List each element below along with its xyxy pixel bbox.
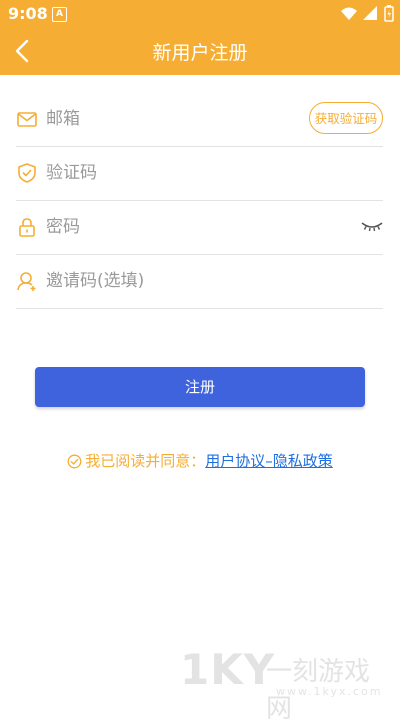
password-input[interactable] — [46, 212, 306, 242]
watermark: 1KY 一刻游戏网 www.1kyx.com — [180, 645, 394, 724]
status-time: 9:08 — [8, 4, 48, 23]
agreement-link[interactable]: 用户协议–隐私政策 — [205, 452, 333, 470]
user-add-icon — [17, 272, 36, 291]
eye-closed-icon[interactable] — [361, 218, 383, 234]
invite-row — [16, 254, 383, 309]
mail-icon — [17, 112, 37, 127]
check-circle-icon[interactable] — [67, 454, 82, 469]
watermark-logo: 1KY — [180, 645, 276, 694]
register-button[interactable]: 注册 — [35, 367, 365, 407]
app-header: 新用户注册 — [0, 28, 400, 75]
code-row — [16, 146, 383, 201]
wifi-icon — [341, 7, 357, 20]
email-row: 获取验证码 — [16, 92, 383, 147]
password-row — [16, 200, 383, 255]
top-bar: 9:08 A 新用户注册 — [0, 0, 400, 75]
watermark-url: www.1kyx.com — [276, 685, 383, 698]
email-input[interactable] — [46, 104, 306, 134]
battery-icon — [384, 5, 394, 22]
agreement-text: 我已阅读并同意： — [85, 452, 206, 470]
page-title: 新用户注册 — [152, 42, 248, 64]
invite-code-input[interactable] — [46, 266, 306, 296]
lock-icon — [19, 218, 35, 237]
signal-icon — [363, 6, 377, 20]
verification-code-input[interactable] — [46, 158, 306, 188]
notification-badge-icon: A — [52, 7, 67, 22]
status-bar: 9:08 A — [0, 0, 400, 28]
get-code-button[interactable]: 获取验证码 — [309, 102, 383, 134]
agreement-row: 我已阅读并同意：用户协议–隐私政策 — [0, 450, 400, 471]
shield-check-icon — [18, 163, 36, 183]
